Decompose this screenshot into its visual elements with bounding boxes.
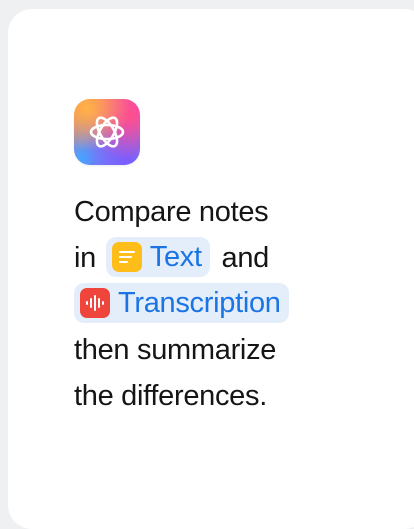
intelligence-glyph [89,116,125,148]
message-line-3: Transcription [74,281,374,327]
message-line-4: then summarize [74,334,277,366]
message-line-5: the differences. [74,380,267,412]
message-line-2: in Text and [74,235,374,281]
message-line-2-prefix: in [74,242,96,274]
message-line-2-suffix: and [221,242,270,274]
text-note-chip[interactable]: Text [105,237,210,278]
transcription-note-label: Transcription [118,287,281,320]
message-line-1: Compare notes [74,196,269,228]
notes-icon [111,242,142,273]
waveform-icon [80,288,110,319]
apple-intelligence-icon [74,99,140,165]
transcription-note-chip[interactable]: Transcription [74,283,289,324]
prompt-message: Compare notes in Text and Transcription … [74,189,374,419]
text-note-label: Text [149,241,202,274]
